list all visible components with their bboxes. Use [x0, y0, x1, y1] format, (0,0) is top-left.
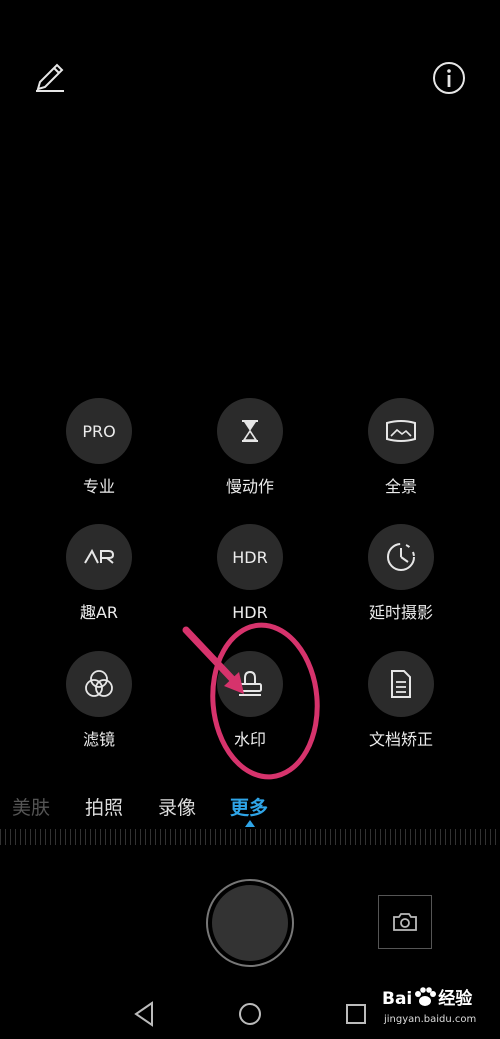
tab-photo[interactable]: 拍照	[85, 793, 123, 820]
baidu-jingyan-watermark: Bai 经验 jingyan.baidu.com	[382, 982, 497, 1032]
recents-icon[interactable]	[344, 1000, 368, 1028]
tab-video[interactable]: 录像	[158, 793, 196, 820]
tab-more[interactable]: 更多	[230, 793, 268, 820]
switch-camera-icon	[393, 913, 417, 931]
watermark-url: jingyan.baidu.com	[384, 1014, 477, 1025]
paw-icon	[415, 987, 437, 1006]
switch-camera-button[interactable]	[378, 895, 432, 949]
active-tab-indicator	[245, 820, 255, 827]
zoom-ruler[interactable]	[0, 829, 500, 845]
home-icon[interactable]	[237, 1000, 263, 1028]
shutter-button[interactable]	[206, 879, 294, 967]
back-icon[interactable]	[132, 1000, 156, 1028]
watermark-brand: Bai 经验	[382, 984, 472, 1009]
tab-beauty[interactable]: 美肤	[12, 793, 50, 820]
